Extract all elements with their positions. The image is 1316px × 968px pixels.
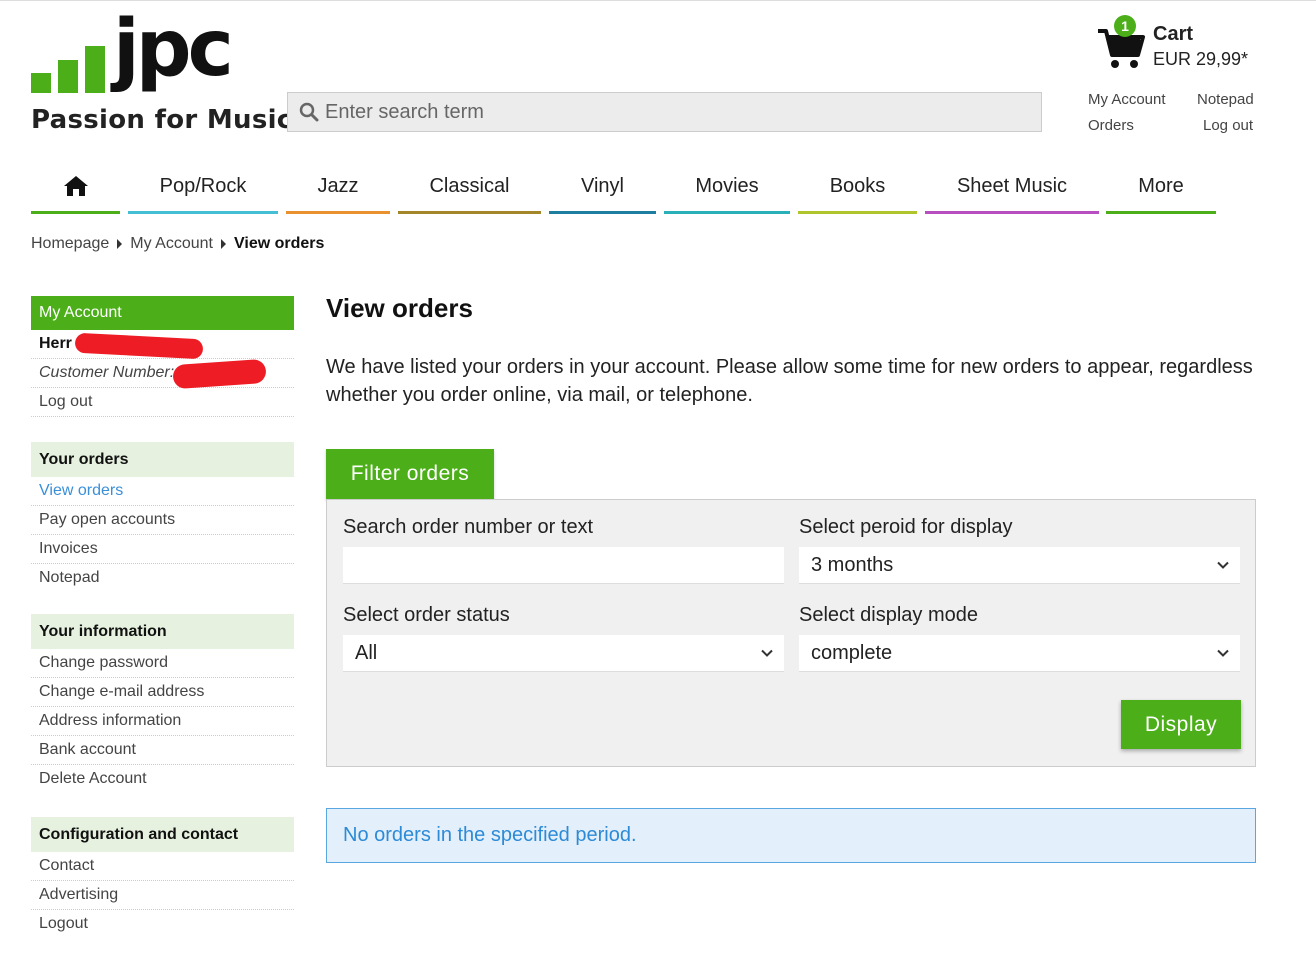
display-mode-select[interactable]: complete <box>799 635 1240 672</box>
period-label: Select peroid for display <box>799 516 1013 538</box>
cart-count-badge: 1 <box>1114 15 1136 37</box>
search-order-input[interactable] <box>343 547 784 584</box>
notepad-link[interactable]: Notepad <box>1197 91 1254 108</box>
nav-vinyl[interactable]: Vinyl <box>549 161 656 214</box>
filter-panel: Search order number or text Select peroi… <box>326 499 1256 767</box>
period-select-value: 3 months <box>811 554 894 576</box>
nav-sheet-music[interactable]: Sheet Music <box>925 161 1099 214</box>
nav-books[interactable]: Books <box>798 161 917 214</box>
status-select[interactable]: All <box>343 635 784 672</box>
chevron-down-icon <box>1217 561 1229 569</box>
svg-text:jpc: jpc <box>110 13 230 94</box>
nav-movies[interactable]: Movies <box>664 161 790 214</box>
cart-button[interactable]: 1 Cart EUR 29,99* <box>1096 15 1266 75</box>
account-sidebar: My Account Herr Customer Number: Log out… <box>31 296 294 938</box>
intro-text: We have listed your orders in your accou… <box>326 356 1253 406</box>
sidebar-info-title: Your information <box>31 614 294 649</box>
sidebar-advertising[interactable]: Advertising <box>31 881 294 910</box>
sidebar-logout[interactable]: Log out <box>31 388 294 417</box>
display-button[interactable]: Display <box>1121 700 1241 749</box>
logo-graphic: jpc <box>31 13 234 94</box>
sidebar-account-title: My Account <box>31 296 294 330</box>
sidebar-contact[interactable]: Contact <box>31 852 294 881</box>
status-select-value: All <box>355 642 378 664</box>
sidebar-pay-open-accounts[interactable]: Pay open accounts <box>31 506 294 535</box>
search-icon <box>299 102 319 122</box>
search-bar[interactable] <box>287 92 1042 132</box>
nav-home[interactable] <box>31 161 120 214</box>
filter-orders-tab[interactable]: Filter orders <box>326 449 494 499</box>
search-order-label: Search order number or text <box>343 516 594 538</box>
sidebar-change-password[interactable]: Change password <box>31 649 294 678</box>
breadcrumb-homepage[interactable]: Homepage <box>31 235 109 253</box>
nav-more[interactable]: More <box>1106 161 1216 214</box>
main-nav: Pop/Rock Jazz Classical Vinyl Movies Boo… <box>31 161 1221 214</box>
breadcrumb: Homepage My Account View orders <box>31 235 324 253</box>
sidebar-logout-bottom[interactable]: Logout <box>31 910 294 938</box>
nav-jazz[interactable]: Jazz <box>286 161 390 214</box>
sidebar-orders-title: Your orders <box>31 442 294 477</box>
jpc-logo[interactable]: jpc Passion for Music <box>31 13 292 138</box>
breadcrumb-my-account[interactable]: My Account <box>130 235 213 253</box>
home-icon <box>63 176 88 196</box>
breadcrumb-separator-icon <box>220 239 226 249</box>
period-select[interactable]: 3 months <box>799 547 1240 584</box>
nav-classical[interactable]: Classical <box>398 161 541 214</box>
cart-price: EUR 29,99* <box>1153 49 1249 69</box>
sidebar-bank-account[interactable]: Bank account <box>31 736 294 765</box>
page-title: View orders <box>326 293 473 323</box>
display-mode-value: complete <box>811 642 893 664</box>
sidebar-notepad[interactable]: Notepad <box>31 564 294 592</box>
cart-title: Cart <box>1153 23 1194 45</box>
sidebar-invoices[interactable]: Invoices <box>31 535 294 564</box>
breadcrumb-current: View orders <box>233 235 325 252</box>
nav-pop-rock[interactable]: Pop/Rock <box>128 161 278 214</box>
sidebar-config-title: Configuration and contact <box>31 817 294 852</box>
sidebar-change-email[interactable]: Change e-mail address <box>31 678 294 707</box>
chevron-down-icon <box>1217 649 1229 657</box>
breadcrumb-separator-icon <box>117 239 123 249</box>
search-input[interactable] <box>323 99 1007 125</box>
account-links: My Account Notepad Orders Log out <box>1088 91 1268 141</box>
no-orders-notice: No orders in the specified period. <box>326 808 1256 863</box>
logo-tagline: Passion for Music <box>31 105 293 135</box>
my-account-link[interactable]: My Account <box>1088 91 1166 108</box>
sidebar-delete-account[interactable]: Delete Account <box>31 765 294 793</box>
display-mode-label: Select display mode <box>799 604 978 626</box>
sidebar-view-orders[interactable]: View orders <box>31 477 294 506</box>
chevron-down-icon <box>761 649 773 657</box>
orders-link[interactable]: Orders <box>1088 117 1134 134</box>
status-label: Select order status <box>343 604 510 626</box>
logout-link[interactable]: Log out <box>1203 117 1253 134</box>
sidebar-address-information[interactable]: Address information <box>31 707 294 736</box>
